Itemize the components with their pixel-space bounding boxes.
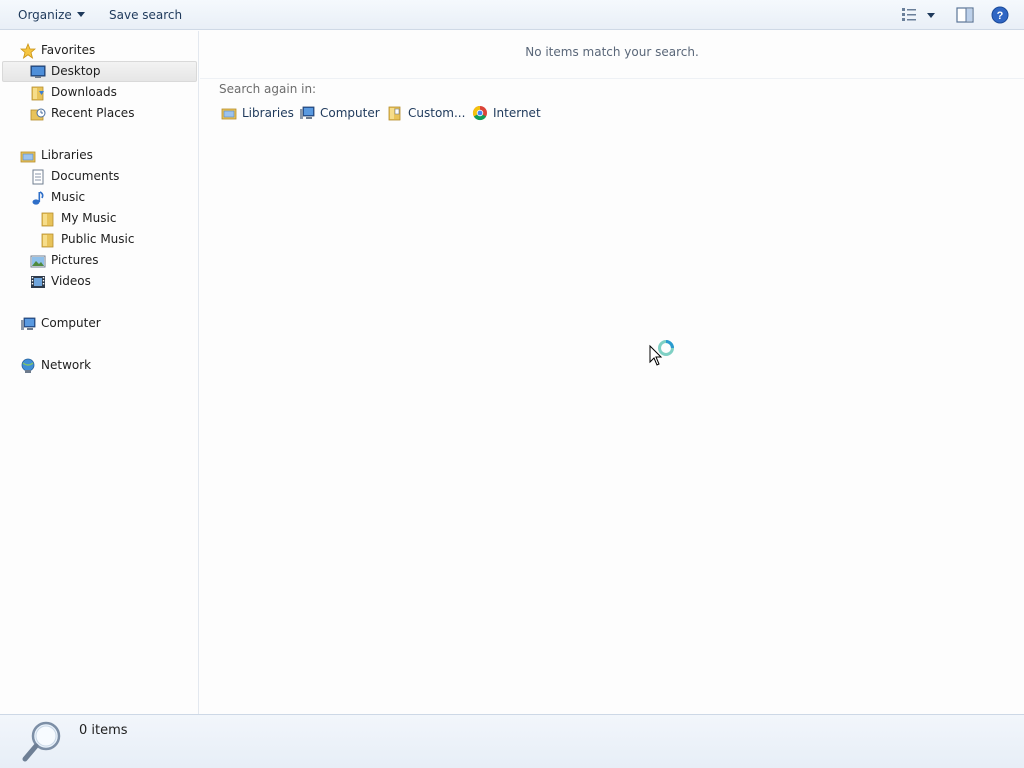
folder-icon — [41, 233, 54, 248]
navigation-pane: Favorites Desktop Downloads Recent Place… — [0, 31, 199, 714]
organize-label: Organize — [18, 8, 72, 22]
nav-item-videos-label: Videos — [51, 274, 91, 288]
svg-text:?: ? — [997, 10, 1004, 22]
nav-item-my-music-label: My Music — [61, 211, 117, 225]
item-count: 0 items — [79, 723, 128, 738]
chevron-down-icon — [76, 12, 85, 17]
details-pane: 0 items — [0, 714, 1024, 768]
downloads-folder-icon — [31, 86, 44, 101]
desktop-icon — [30, 65, 46, 78]
busy-cursor-icon — [649, 340, 674, 366]
computer-icon — [300, 106, 315, 119]
nav-libraries-label: Libraries — [41, 148, 93, 162]
organize-button[interactable]: Organize — [18, 7, 85, 23]
preview-pane-icon[interactable] — [956, 6, 974, 24]
search-again-custom-label: Custom... — [408, 106, 466, 120]
results-pane: No items match your search. Search again… — [200, 31, 1024, 714]
search-again-libraries-label: Libraries — [242, 106, 294, 120]
documents-icon — [32, 169, 44, 185]
network-icon — [21, 358, 35, 373]
folder-icon — [41, 212, 54, 227]
music-icon — [32, 191, 44, 205]
no-results-message: No items match your search. — [525, 45, 699, 59]
explorer-window: Organize Save search ? Favorites Desktop… — [0, 0, 1024, 768]
nav-computer-label: Computer — [41, 316, 101, 330]
nav-item-pictures-label: Pictures — [51, 253, 99, 267]
libraries-icon — [221, 108, 237, 120]
save-search-button[interactable]: Save search — [109, 7, 182, 23]
nav-item-music-label: Music — [51, 190, 86, 204]
view-options-caret-icon[interactable] — [926, 6, 936, 24]
change-view-icon[interactable] — [901, 6, 917, 24]
divider — [200, 78, 1024, 79]
nav-item-documents-label: Documents — [51, 169, 120, 183]
pictures-icon — [30, 255, 46, 268]
browser-icon — [472, 105, 487, 121]
custom-folder-icon — [388, 106, 401, 121]
search-again-label: Search again in: — [219, 82, 317, 96]
nav-item-recent-places-label: Recent Places — [51, 106, 135, 120]
computer-icon — [21, 317, 36, 330]
nav-item-downloads-label: Downloads — [51, 85, 117, 99]
star-icon — [20, 43, 36, 59]
command-bar: Organize Save search ? — [0, 0, 1024, 30]
nav-favorites-label: Favorites — [41, 43, 96, 57]
help-icon[interactable]: ? — [991, 6, 1009, 24]
libraries-icon — [20, 151, 36, 163]
search-again-computer-label: Computer — [320, 106, 380, 120]
videos-icon — [31, 276, 45, 288]
nav-network-label: Network — [41, 358, 92, 372]
nav-item-public-music-label: Public Music — [61, 232, 135, 246]
recent-places-icon — [30, 108, 46, 121]
search-again-internet-label: Internet — [493, 106, 541, 120]
search-icon — [22, 721, 61, 762]
nav-item-desktop-label: Desktop — [51, 64, 101, 78]
save-search-label: Save search — [109, 8, 183, 22]
